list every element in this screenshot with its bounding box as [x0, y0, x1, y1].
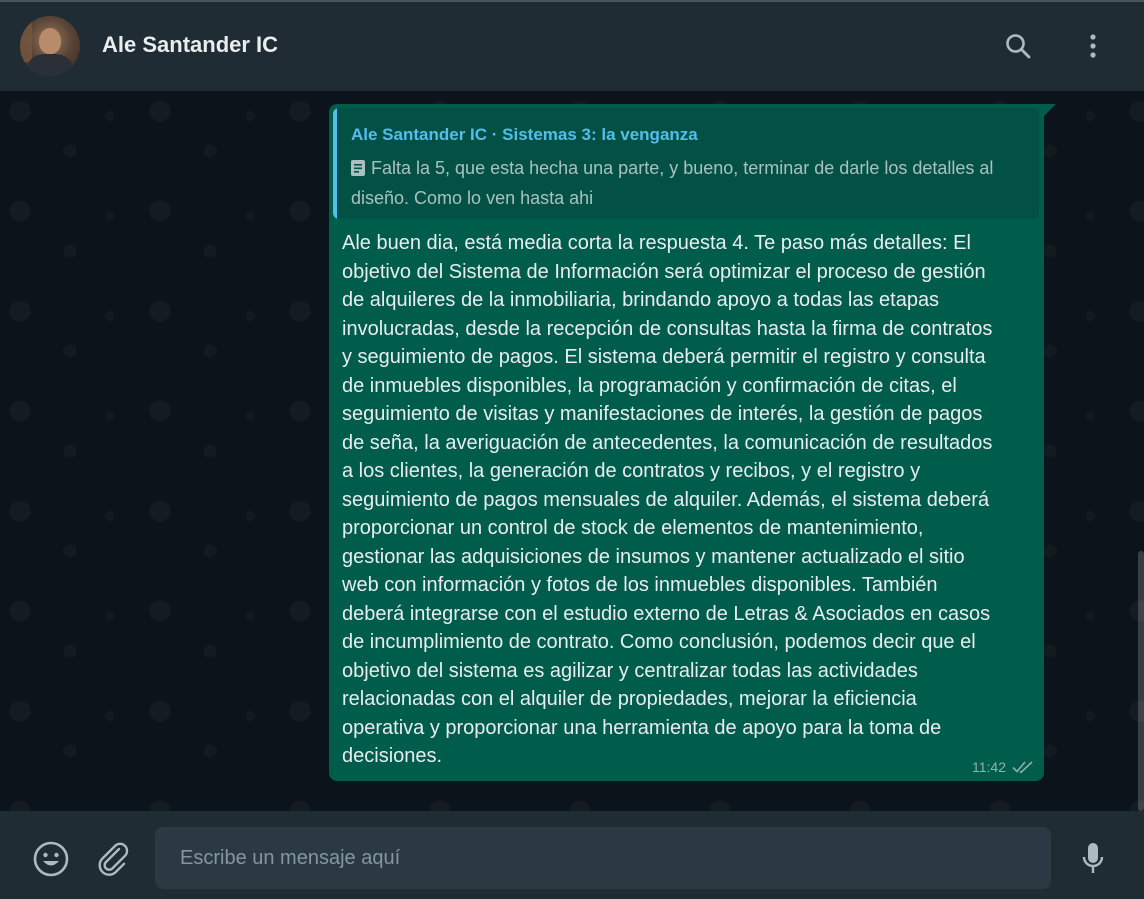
menu-dots-icon[interactable]	[1077, 30, 1109, 62]
chat-scrollbar[interactable]	[1138, 551, 1144, 811]
message-line: objetivo del Sistema de Información será…	[342, 260, 986, 283]
message-line: Ale buen dia, está media corta la respue…	[342, 232, 971, 254]
double-check-icon	[1012, 761, 1033, 774]
contact-name[interactable]: Ale Santander IC	[102, 32, 278, 58]
document-icon	[351, 160, 365, 176]
quote-body: Falta la 5, que esta hecha una parte, y …	[351, 158, 994, 208]
message-meta: 11:42	[972, 759, 1034, 775]
quote-text: Falta la 5, que esta hecha una parte, y …	[351, 153, 1011, 213]
message-line: seguimiento de visitas y manifestaciones…	[342, 403, 983, 425]
message-line: decisiones.	[342, 745, 443, 767]
contact-avatar[interactable]	[20, 16, 80, 76]
mic-icon[interactable]	[1073, 839, 1113, 879]
message-line: a los clientes, la generación de contrat…	[342, 460, 921, 482]
message-line: y seguimiento de pagos. El sistema deber…	[342, 346, 986, 368]
message-line: involucradas, desde la recepción de cons…	[342, 317, 993, 340]
search-icon[interactable]	[1002, 30, 1034, 62]
message-time: 11:42	[972, 759, 1006, 775]
message-line: de incumplimiento de contrato. Como conc…	[342, 631, 976, 653]
message-line: de alquileres de la inmobiliaria, brinda…	[342, 289, 940, 311]
message-line: web con información y fotos de los inmue…	[342, 574, 938, 596]
message-line: deberá integrarse con el estudio externo…	[342, 602, 991, 625]
quote-accent-bar	[333, 108, 337, 219]
message-line: de seña, la averiguación de antecedentes…	[342, 431, 993, 454]
bubble-tail	[1044, 104, 1056, 116]
message-line: relacionadas con el alquiler de propieda…	[342, 688, 917, 710]
message-text: Ale buen dia, está media corta la respue…	[342, 229, 1040, 771]
emoji-icon[interactable]	[31, 839, 71, 879]
message-line: de inmuebles disponibles, la programació…	[342, 374, 957, 397]
outgoing-message[interactable]: Ale Santander IC · Sistemas 3: la vengan…	[329, 104, 1044, 781]
avatar-head	[39, 28, 61, 54]
message-input-container[interactable]	[155, 827, 1051, 889]
quoted-message[interactable]: Ale Santander IC · Sistemas 3: la vengan…	[333, 108, 1039, 219]
chat-header[interactable]: Ale Santander IC	[0, 2, 1144, 91]
quote-author: Ale Santander IC · Sistemas 3: la vengan…	[351, 125, 698, 144]
avatar-body	[28, 54, 72, 76]
avatar-background	[20, 22, 32, 62]
attach-icon[interactable]	[93, 839, 133, 879]
message-line: objetivo del sistema es agilizar y centr…	[342, 659, 918, 682]
message-line: proporcionar un control de stock de elem…	[342, 517, 924, 539]
conversation-panel[interactable]: Ale Santander IC · Sistemas 3: la vengan…	[0, 91, 1144, 811]
message-line: gestionar las adquisiciones de insumos y…	[342, 545, 965, 568]
message-input[interactable]	[155, 827, 1051, 889]
message-line: seguimiento de pagos mensuales de alquil…	[342, 488, 990, 511]
message-line: operativa y proporcionar una herramienta…	[342, 716, 942, 739]
message-composer	[0, 811, 1144, 899]
